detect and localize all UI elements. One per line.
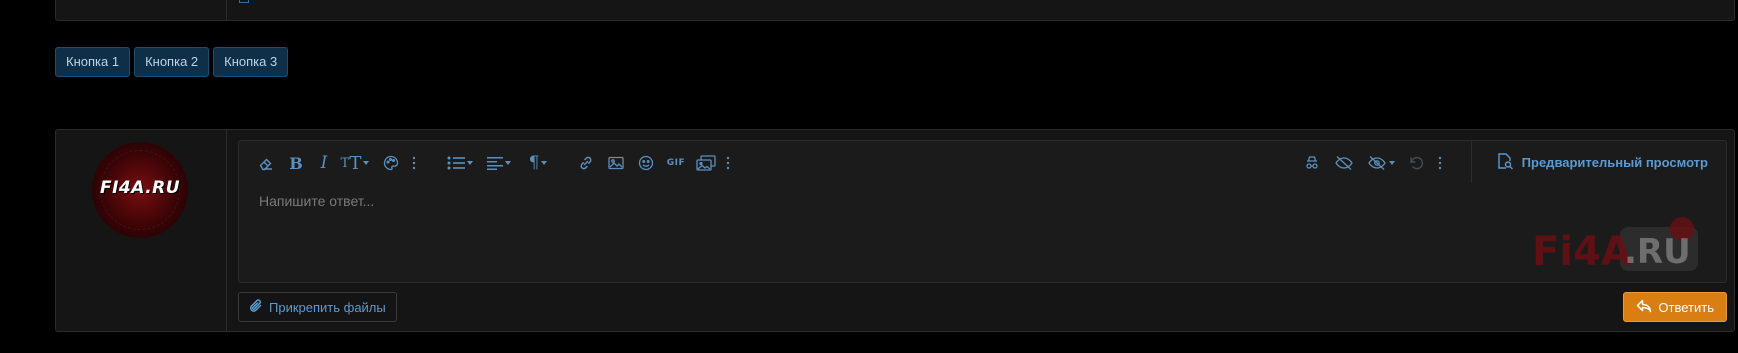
hide-icon[interactable] (1333, 153, 1355, 173)
more-options-icon[interactable] (409, 153, 419, 173)
reply-main: B I TT ¶ GIF Предварительный просмотр На… (238, 140, 1727, 332)
reply-label: Ответить (1658, 299, 1714, 315)
reply-footer: Прикрепить файлы Ответить (238, 292, 1727, 332)
paperclip-icon (249, 298, 263, 317)
previous-post-icon (239, 0, 249, 3)
previous-post (55, 0, 1735, 21)
preview-button[interactable]: Предварительный просмотр (1470, 141, 1726, 183)
custom-button-1[interactable]: Кнопка 1 (55, 47, 131, 77)
link-icon[interactable] (576, 153, 596, 173)
chevron-down-icon (467, 161, 473, 165)
reply-text-input[interactable] (259, 191, 1659, 211)
watermark-text-right: .RU (1624, 232, 1691, 272)
italic-icon[interactable]: I (316, 153, 332, 173)
quick-reply-block: FI4A.RU B I TT ¶ GIF Предварительный про… (55, 129, 1735, 332)
image-icon[interactable] (606, 153, 626, 173)
hide-options-icon[interactable] (1364, 153, 1398, 173)
eraser-icon[interactable] (256, 153, 276, 173)
align-icon[interactable] (484, 153, 514, 173)
preview-label: Предварительный просмотр (1521, 154, 1708, 170)
paragraph-icon[interactable]: ¶ (523, 153, 553, 173)
undo-icon[interactable] (1406, 153, 1426, 173)
emoji-icon[interactable] (636, 153, 656, 173)
bold-icon[interactable]: B (286, 153, 306, 173)
preview-icon (1496, 152, 1514, 173)
reply-sidebar: FI4A.RU (56, 130, 227, 331)
custom-button-3[interactable]: Кнопка 3 (213, 47, 289, 77)
chevron-down-icon (363, 161, 370, 165)
gif-icon[interactable]: GIF (665, 153, 687, 173)
chevron-down-icon (1389, 161, 1395, 165)
chevron-down-icon (505, 161, 511, 165)
watermark-logo: Fi4A .RU (1532, 217, 1702, 277)
incognito-icon[interactable] (1302, 153, 1322, 173)
chevron-down-icon (541, 161, 548, 165)
editor-toolbar: B I TT ¶ GIF Предварительный просмотр (239, 141, 1726, 185)
previous-post-sidebar (56, 0, 227, 20)
text-size-icon[interactable]: TT (339, 153, 371, 174)
list-icon[interactable] (445, 153, 475, 173)
reply-icon (1636, 299, 1652, 316)
attach-files-button[interactable]: Прикрепить файлы (238, 292, 397, 322)
custom-button-2[interactable]: Кнопка 2 (134, 47, 210, 77)
custom-button-row: Кнопка 1 Кнопка 2 Кнопка 3 (55, 47, 289, 77)
reply-button[interactable]: Ответить (1623, 292, 1727, 322)
rich-text-editor: B I TT ¶ GIF Предварительный просмотр На… (238, 140, 1727, 283)
avatar[interactable]: FI4A.RU (92, 142, 188, 238)
more-options-icon[interactable] (1435, 153, 1445, 173)
watermark-text-left: Fi4A (1532, 229, 1632, 275)
attach-files-label: Прикрепить файлы (269, 299, 386, 315)
avatar-text: FI4A.RU (99, 178, 181, 198)
more-options-icon[interactable] (723, 153, 733, 173)
media-gallery-icon[interactable] (694, 153, 718, 173)
palette-icon[interactable] (381, 153, 401, 173)
